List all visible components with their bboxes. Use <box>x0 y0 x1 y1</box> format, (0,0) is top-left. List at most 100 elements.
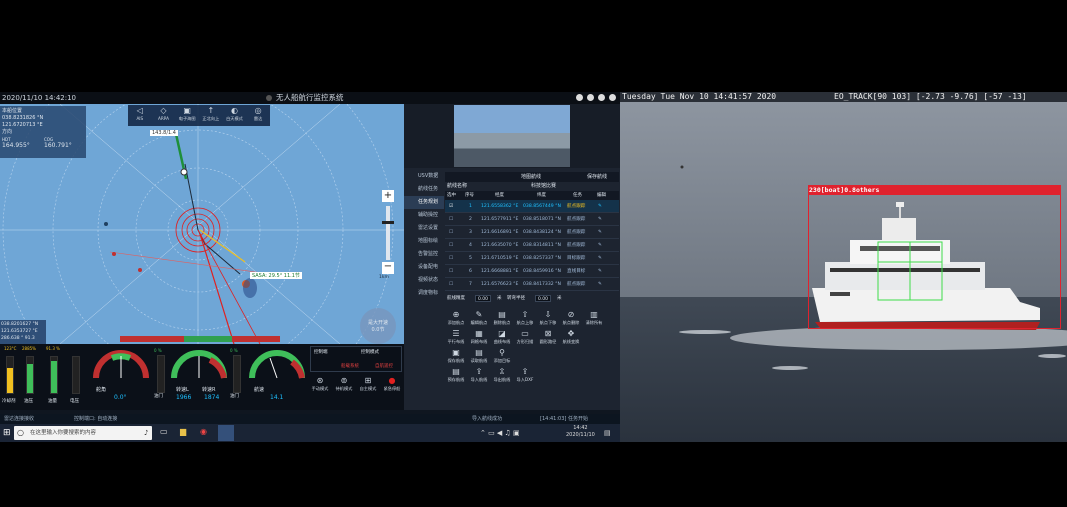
import-dxf-tool[interactable]: ⇪ 导入DXF <box>514 367 536 383</box>
power-icon[interactable] <box>609 94 616 101</box>
standby-mode-button[interactable]: ⊚ 待机模式 <box>333 376 355 406</box>
chart-adjust-button[interactable]: ▣ 电子海图 <box>176 106 198 126</box>
chrome-icon[interactable]: ◉ <box>200 427 207 437</box>
edit-icon[interactable]: ✎ <box>598 278 602 291</box>
auto-mode-button[interactable]: ⊞ 自主模式 <box>357 376 379 406</box>
edit-icon[interactable]: ✎ <box>598 239 602 252</box>
windows-taskbar: ⊞ ○ 在这里输入你要搜索的内容 ♪ ▭ ▆ ◉ ⌃ ▭ ◀ ♫ ▣ 14:42… <box>0 424 620 442</box>
import-route-tool[interactable]: ⇪ 导入航线 <box>468 367 490 383</box>
camera-thumbnail[interactable] <box>454 105 570 167</box>
table-row[interactable]: ☐ 5 121.6710519 °E 038.8257337 °N 目标跟踪 ✎ <box>445 252 619 265</box>
route-transform-button[interactable]: ✥ 航线变换 <box>560 329 582 345</box>
menu-alarm-monitor[interactable]: 告警监控 <box>404 248 444 261</box>
load-route-tool[interactable]: ▤ 读取航线 <box>468 348 490 364</box>
menu-video-status[interactable]: 视频状态 <box>404 274 444 287</box>
turn-radius-unit: 米 <box>557 296 562 301</box>
taskbar-search[interactable]: ○ 在这里输入你要搜索的内容 ♪ <box>14 426 152 440</box>
circle-path-button[interactable]: ⊠ 圆形路径 <box>537 329 559 345</box>
status-right: [14:41:03] 任务开始 <box>540 416 588 422</box>
preset-route-tool[interactable]: ▤ 预存航线 <box>445 367 467 383</box>
menu-task-planning[interactable]: 任务规划 <box>404 196 444 209</box>
menu-map-plot[interactable]: 地图标绘 <box>404 235 444 248</box>
clock[interactable]: 14:42 2020/11/10 <box>566 425 595 439</box>
status-bar: 雷达连接接收 控制端口: 自动连接 导入航线成功 [14:41:03] 任务开始 <box>0 414 620 424</box>
arpa-button[interactable]: ◇ ARPA <box>152 106 174 126</box>
zoom-slider[interactable] <box>386 206 390 260</box>
precision-input[interactable]: 0.00 <box>475 295 492 302</box>
radar-button[interactable]: ◎ 雷达 <box>247 106 269 126</box>
table-row[interactable]: ☐ 3 121.6616891 °E 038.8438124 °N 航点跟踪 ✎ <box>445 226 619 239</box>
file-explorer-icon[interactable]: ▆ <box>180 427 186 437</box>
row-checkbox[interactable]: ☐ <box>449 213 453 226</box>
zoom-slider-handle[interactable] <box>382 221 394 224</box>
move-down-button[interactable]: ⇩ 航点下移 <box>537 310 559 326</box>
minimize-icon[interactable] <box>576 94 583 101</box>
add-waypoint-button[interactable]: ⊕ 添加航点 <box>445 310 467 326</box>
edit-icon[interactable]: ✎ <box>598 252 602 265</box>
menu-usv-data[interactable]: USV数据 <box>404 170 444 183</box>
table-row[interactable]: ☐ 2 121.6577911 °E 038.8518071 °N 航点跟踪 ✎ <box>445 213 619 226</box>
clear-all-button[interactable]: ▥ 清除所有 <box>583 310 605 326</box>
edit-waypoint-button[interactable]: ✎ 编辑航点 <box>468 310 490 326</box>
mic-icon[interactable]: ♪ <box>144 426 148 440</box>
table-row[interactable]: ☐ 7 121.6576623 °E 038.8417332 °N 航点跟踪 ✎ <box>445 278 619 291</box>
settings-icon[interactable] <box>598 94 605 101</box>
table-row[interactable]: ☐ 6 121.6668881 °E 038.8459916 °N 直线目标 ✎ <box>445 265 619 278</box>
row-checkbox[interactable]: ☐ <box>449 239 453 252</box>
th-select: 选中 <box>447 193 456 198</box>
edit-icon[interactable]: ✎ <box>598 226 602 239</box>
throttle-left-top: 0 % <box>154 348 162 353</box>
table-row[interactable]: ☑ 1 121.6558362 °E 038.8567449 °N 航点跟踪 ✎ <box>445 200 619 213</box>
menu-assist-control[interactable]: 辅助操控 <box>404 209 444 222</box>
row-checkbox[interactable]: ☐ <box>449 278 453 291</box>
edit-icon: ✎ <box>475 310 483 319</box>
square-scan-button[interactable]: ▭ 方形扫描 <box>514 329 536 345</box>
row-checkbox[interactable]: ☑ <box>449 200 453 213</box>
parallel-icon: ☰ <box>452 329 460 338</box>
info-icon[interactable] <box>587 94 594 101</box>
row-checkbox[interactable]: ☐ <box>449 265 453 278</box>
row-checkbox[interactable]: ☐ <box>449 226 453 239</box>
plus-icon: ⊕ <box>452 310 460 319</box>
menu-route-task[interactable]: 航线任务 <box>404 183 444 196</box>
north-up-button[interactable]: ↑ 正北向上 <box>200 106 222 126</box>
route-name-value[interactable]: 科技馆比赛 <box>531 182 556 191</box>
ais-button[interactable]: ◁ AIS <box>129 106 151 126</box>
row-checkbox[interactable]: ☐ <box>449 252 453 265</box>
edit-icon[interactable]: ✎ <box>598 200 602 213</box>
tray-icons[interactable]: ⌃ ▭ ◀ ♫ ▣ <box>480 428 520 438</box>
throttle-right-label: 油门 <box>230 394 239 399</box>
table-row[interactable]: ☐ 4 121.6635070 °E 038.8314811 °N 航点跟踪 ✎ <box>445 239 619 252</box>
delete-waypoint-button[interactable]: ▤ 删除航点 <box>491 310 513 326</box>
turn-radius-input[interactable]: 0.00 <box>535 295 552 302</box>
parallel-line-button[interactable]: ☰ 平行布线 <box>445 329 467 345</box>
waypoint-table: ☑ 1 121.6558362 °E 038.8567449 °N 航点跟踪 ✎ ☐ 2 12… <box>445 200 619 291</box>
save-route-button[interactable]: 保存航线 <box>587 172 607 182</box>
start-icon[interactable]: ⊞ <box>3 428 11 438</box>
export-route-tool[interactable]: ⇫ 导出航线 <box>491 367 513 383</box>
task-view-icon[interactable]: ▭ <box>160 427 168 437</box>
menu-dispatch-target[interactable]: 调度物标 <box>404 287 444 300</box>
move-up-button[interactable]: ⇧ 航点上移 <box>514 310 536 326</box>
chart-map[interactable]: 本船位置 038.8231826 °N 121.6720713 °E 方向 HD… <box>0 104 404 344</box>
save-route-tool[interactable]: ▣ 保存航线 <box>445 348 467 364</box>
manual-mode-button[interactable]: ⊛ 手动模式 <box>309 376 331 406</box>
th-lat: 纬度 <box>537 193 546 198</box>
zoom-in-button[interactable]: + <box>382 190 394 202</box>
edit-icon[interactable]: ✎ <box>598 265 602 278</box>
grid-line-button[interactable]: ▦ 网格布线 <box>468 329 490 345</box>
add-target-tool[interactable]: ⚲ 添加目标 <box>491 348 513 364</box>
curve-line-button[interactable]: ◪ 曲线布线 <box>491 329 513 345</box>
zoom-out-button[interactable]: − <box>382 262 394 274</box>
max-speed-dial[interactable]: 是大开速 0.0节 <box>360 308 396 344</box>
control-box: 控制端 控制模式 船载系统 自航遥控 <box>310 346 402 372</box>
active-app-icon[interactable] <box>218 425 234 441</box>
edit-icon[interactable]: ✎ <box>598 213 602 226</box>
menu-power-dist[interactable]: 设备配电 <box>404 261 444 274</box>
pin-icon: ⚲ <box>499 348 505 357</box>
day-night-button[interactable]: ◐ 白天模式 <box>223 106 245 126</box>
menu-radar-settings[interactable]: 雷达设置 <box>404 222 444 235</box>
notification-icon[interactable]: ▤ <box>604 428 611 438</box>
emergency-stop-button[interactable]: ● 紧急停船 <box>381 376 403 406</box>
remove-waypoint-button[interactable]: ⊘ 航点删除 <box>560 310 582 326</box>
